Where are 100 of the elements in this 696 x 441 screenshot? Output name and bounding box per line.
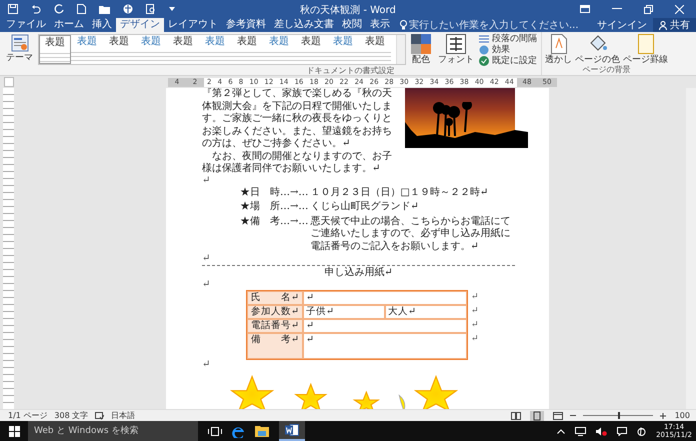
paragraph-mark: ↵ bbox=[202, 280, 210, 290]
style-thumbnail[interactable]: 表題 bbox=[103, 35, 135, 64]
style-thumbnail[interactable]: 表題 bbox=[199, 35, 231, 64]
folder-icon[interactable] bbox=[99, 4, 110, 14]
row-end-mark: ↵ bbox=[471, 318, 479, 332]
window-title: 秋の天体観測 - Word bbox=[300, 4, 396, 17]
notification-icon[interactable] bbox=[617, 426, 628, 436]
four-squares-icon bbox=[8, 426, 20, 436]
paragraph-mark: ↵ bbox=[202, 360, 210, 370]
proofing-icon[interactable] bbox=[95, 412, 104, 420]
page-border-icon bbox=[638, 34, 654, 54]
detail-value: １０月２３日（日）□１９時～２２時↵ bbox=[310, 186, 490, 199]
table-cell: ↵ bbox=[303, 290, 467, 304]
word-taskbar-icon[interactable] bbox=[279, 421, 305, 441]
save-icon[interactable] bbox=[8, 4, 18, 14]
redo-icon[interactable] bbox=[54, 4, 64, 14]
speaker-icon[interactable] bbox=[596, 426, 608, 436]
web-layout-icon[interactable] bbox=[552, 412, 563, 420]
table-cell: 大人↵ bbox=[385, 304, 467, 318]
read-mode-icon[interactable] bbox=[510, 412, 521, 420]
detail-label: ★日 時…→… bbox=[240, 186, 308, 199]
row-end-mark: ↵ bbox=[471, 290, 479, 304]
style-thumbnail[interactable]: 表題 bbox=[167, 35, 199, 64]
ribbon-tab[interactable]: 参考資料 bbox=[222, 18, 270, 32]
watermark-button[interactable]: 透かし bbox=[544, 34, 573, 65]
browser-icon[interactable] bbox=[232, 424, 245, 438]
section-title: 申し込み用紙↵ bbox=[324, 267, 393, 280]
ribbon-tab[interactable]: ファイル bbox=[2, 18, 50, 32]
effects-icon bbox=[479, 45, 489, 55]
detail-value: 悪天候で中止の場合、こちらからお電話にてご連絡いたしますので、必ず申し込み用紙に電話番号のご記入をお願いします。↵ bbox=[310, 216, 512, 253]
style-thumbnail[interactable]: 表題 bbox=[39, 35, 71, 64]
folder-icon[interactable] bbox=[255, 425, 269, 437]
paragraph-spacing-icon bbox=[479, 34, 489, 44]
ribbon-display-options-icon[interactable] bbox=[580, 5, 590, 13]
check-icon bbox=[479, 56, 489, 66]
group-label: ページの背景 bbox=[582, 65, 632, 74]
group-label: ドキュメントの書式設定 bbox=[306, 66, 396, 75]
ribbon-tab[interactable]: デザイン bbox=[116, 18, 164, 32]
globe-icon[interactable] bbox=[123, 4, 133, 14]
gallery-scrollbar[interactable] bbox=[396, 35, 405, 64]
colors-button[interactable]: 配色 bbox=[409, 34, 433, 65]
customize-toolbar-icon[interactable] bbox=[169, 6, 175, 12]
close-icon[interactable] bbox=[675, 4, 684, 14]
detail-label: ★備 考…→… bbox=[240, 216, 308, 228]
themes-button[interactable]: テーマ bbox=[4, 34, 35, 63]
paragraph-mark: ↵ bbox=[202, 254, 210, 264]
detail-value: くじら山町民グランド↵ bbox=[310, 201, 420, 214]
table-header-cell: 電話番号↵ bbox=[247, 318, 303, 332]
table-cell: ↵ bbox=[303, 318, 467, 332]
style-thumbnail[interactable]: 表題 bbox=[71, 35, 103, 64]
page-count: 1/1 ページ bbox=[8, 410, 48, 421]
zoom-in-icon[interactable] bbox=[660, 412, 666, 418]
taskbar-search-field[interactable]: Web と Windows を検索 bbox=[28, 421, 198, 441]
word-count: 308 文字 bbox=[54, 410, 88, 421]
minimize-icon[interactable] bbox=[612, 8, 622, 10]
paragraph-mark: ↵ bbox=[202, 176, 210, 186]
lightbulb-icon bbox=[400, 20, 407, 30]
zoom-level[interactable]: 100 bbox=[674, 411, 690, 420]
network-icon[interactable] bbox=[575, 426, 586, 436]
ribbon-tab[interactable]: 校閲 bbox=[338, 18, 366, 32]
fonts-button[interactable]: フォント bbox=[436, 34, 476, 65]
style-thumbnail[interactable]: 表題 bbox=[231, 35, 263, 64]
sign-in-link[interactable]: サインイン bbox=[591, 18, 653, 32]
print-preview-icon[interactable] bbox=[146, 4, 156, 14]
share-button[interactable]: 共有 bbox=[653, 18, 696, 32]
person-icon bbox=[659, 20, 667, 30]
style-thumbnail[interactable]: 表題 bbox=[135, 35, 167, 64]
table-header-cell: 氏 名↵ bbox=[247, 290, 303, 304]
ribbon-tab[interactable]: 表示 bbox=[366, 18, 394, 32]
zoom-slider-thumb[interactable] bbox=[618, 412, 620, 419]
style-thumbnail[interactable]: 表題 bbox=[263, 35, 295, 64]
page-color-button[interactable]: ページの色 bbox=[574, 34, 621, 65]
style-thumbnail[interactable]: 表題 bbox=[359, 35, 391, 64]
ribbon-tab[interactable]: ホーム bbox=[50, 18, 88, 32]
set-as-default-button[interactable]: 既定に設定 bbox=[479, 56, 537, 66]
style-thumbnail[interactable]: 表題 bbox=[327, 35, 359, 64]
language-indicator[interactable]: 日本語 bbox=[111, 410, 136, 421]
caret-icon[interactable] bbox=[557, 428, 566, 434]
row-end-mark: ↵ bbox=[471, 304, 479, 318]
undo-icon[interactable] bbox=[31, 4, 41, 14]
body-paragraph: なお、夜間の開催となりますので、お子様は保護者同伴でお願いいたします。↵ bbox=[202, 150, 393, 176]
style-thumbnail[interactable]: 表題 bbox=[295, 35, 327, 64]
paragraph-spacing-button[interactable]: 段落の間隔 bbox=[479, 34, 537, 44]
table-header-cell: 参加人数↵ bbox=[247, 304, 303, 318]
tell-me-field[interactable]: 実行したい作業を入力してください... bbox=[409, 18, 587, 32]
color-palette-icon bbox=[411, 34, 431, 54]
restore-icon[interactable] bbox=[644, 4, 653, 14]
task-view-icon[interactable] bbox=[208, 426, 222, 436]
detail-label: ★場 所…→… bbox=[240, 201, 308, 214]
row-end-mark: ↵ bbox=[471, 332, 479, 346]
ribbon-tab[interactable]: レイアウト bbox=[164, 18, 222, 32]
ribbon-tab[interactable]: 挿入 bbox=[88, 18, 116, 32]
print-layout-icon[interactable] bbox=[530, 410, 544, 420]
effects-button[interactable]: 効果 bbox=[479, 45, 537, 55]
ime-icon[interactable] bbox=[637, 426, 646, 436]
table-cell: 子供↵ bbox=[303, 304, 385, 318]
page-borders-button[interactable]: ページ罫線 bbox=[622, 34, 669, 65]
new-document-icon[interactable] bbox=[77, 4, 86, 14]
table-header-cell: 備 考↵ bbox=[247, 332, 303, 358]
ribbon-tab[interactable]: 差し込み文書 bbox=[270, 18, 338, 32]
